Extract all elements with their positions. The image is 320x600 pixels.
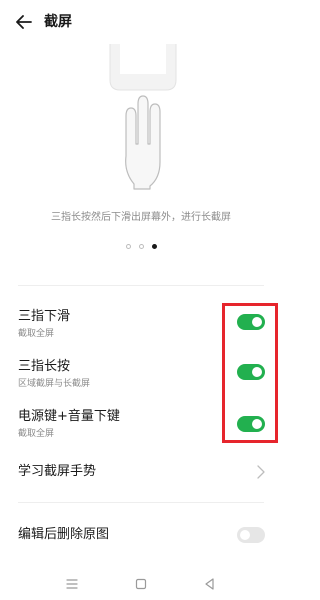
toggle-knob (240, 530, 250, 540)
menu-icon[interactable] (64, 576, 80, 592)
app-header: 截屏 (0, 0, 282, 44)
setting-title: 学习截屏手势 (18, 464, 97, 479)
setting-title: 三指下滑 (18, 309, 71, 324)
toggle-delete-after-edit[interactable] (237, 527, 265, 543)
divider (18, 285, 264, 286)
home-icon[interactable] (133, 576, 149, 592)
back-triangle-icon[interactable] (202, 576, 218, 592)
highlight-box (222, 303, 278, 443)
system-navbar (0, 568, 282, 600)
setting-title: 电源键+音量下键 (18, 409, 120, 424)
chevron-right-icon (257, 465, 265, 479)
divider (18, 502, 264, 503)
setting-delete-after-edit[interactable]: 编辑后删除原图 (0, 518, 282, 554)
page-title: 截屏 (44, 14, 72, 30)
page-dot-active[interactable] (151, 243, 157, 249)
page-dot[interactable] (125, 243, 131, 249)
setting-subtitle: 区域截屏与长截屏 (18, 379, 91, 389)
setting-subtitle: 截取全屏 (18, 329, 55, 339)
setting-title: 三指长按 (18, 359, 71, 374)
back-button[interactable] (14, 12, 34, 32)
setting-learn-gestures[interactable]: 学习截屏手势 (0, 455, 282, 491)
page-dot[interactable] (138, 243, 144, 249)
setting-title: 编辑后删除原图 (18, 527, 110, 542)
gesture-illustration (0, 44, 282, 204)
arrow-left-icon (16, 15, 32, 29)
page-indicator (0, 242, 282, 250)
illustration-caption: 三指长按然后下滑出屏幕外，进行长截屏 (51, 212, 231, 223)
setting-subtitle: 截取全屏 (18, 429, 55, 439)
